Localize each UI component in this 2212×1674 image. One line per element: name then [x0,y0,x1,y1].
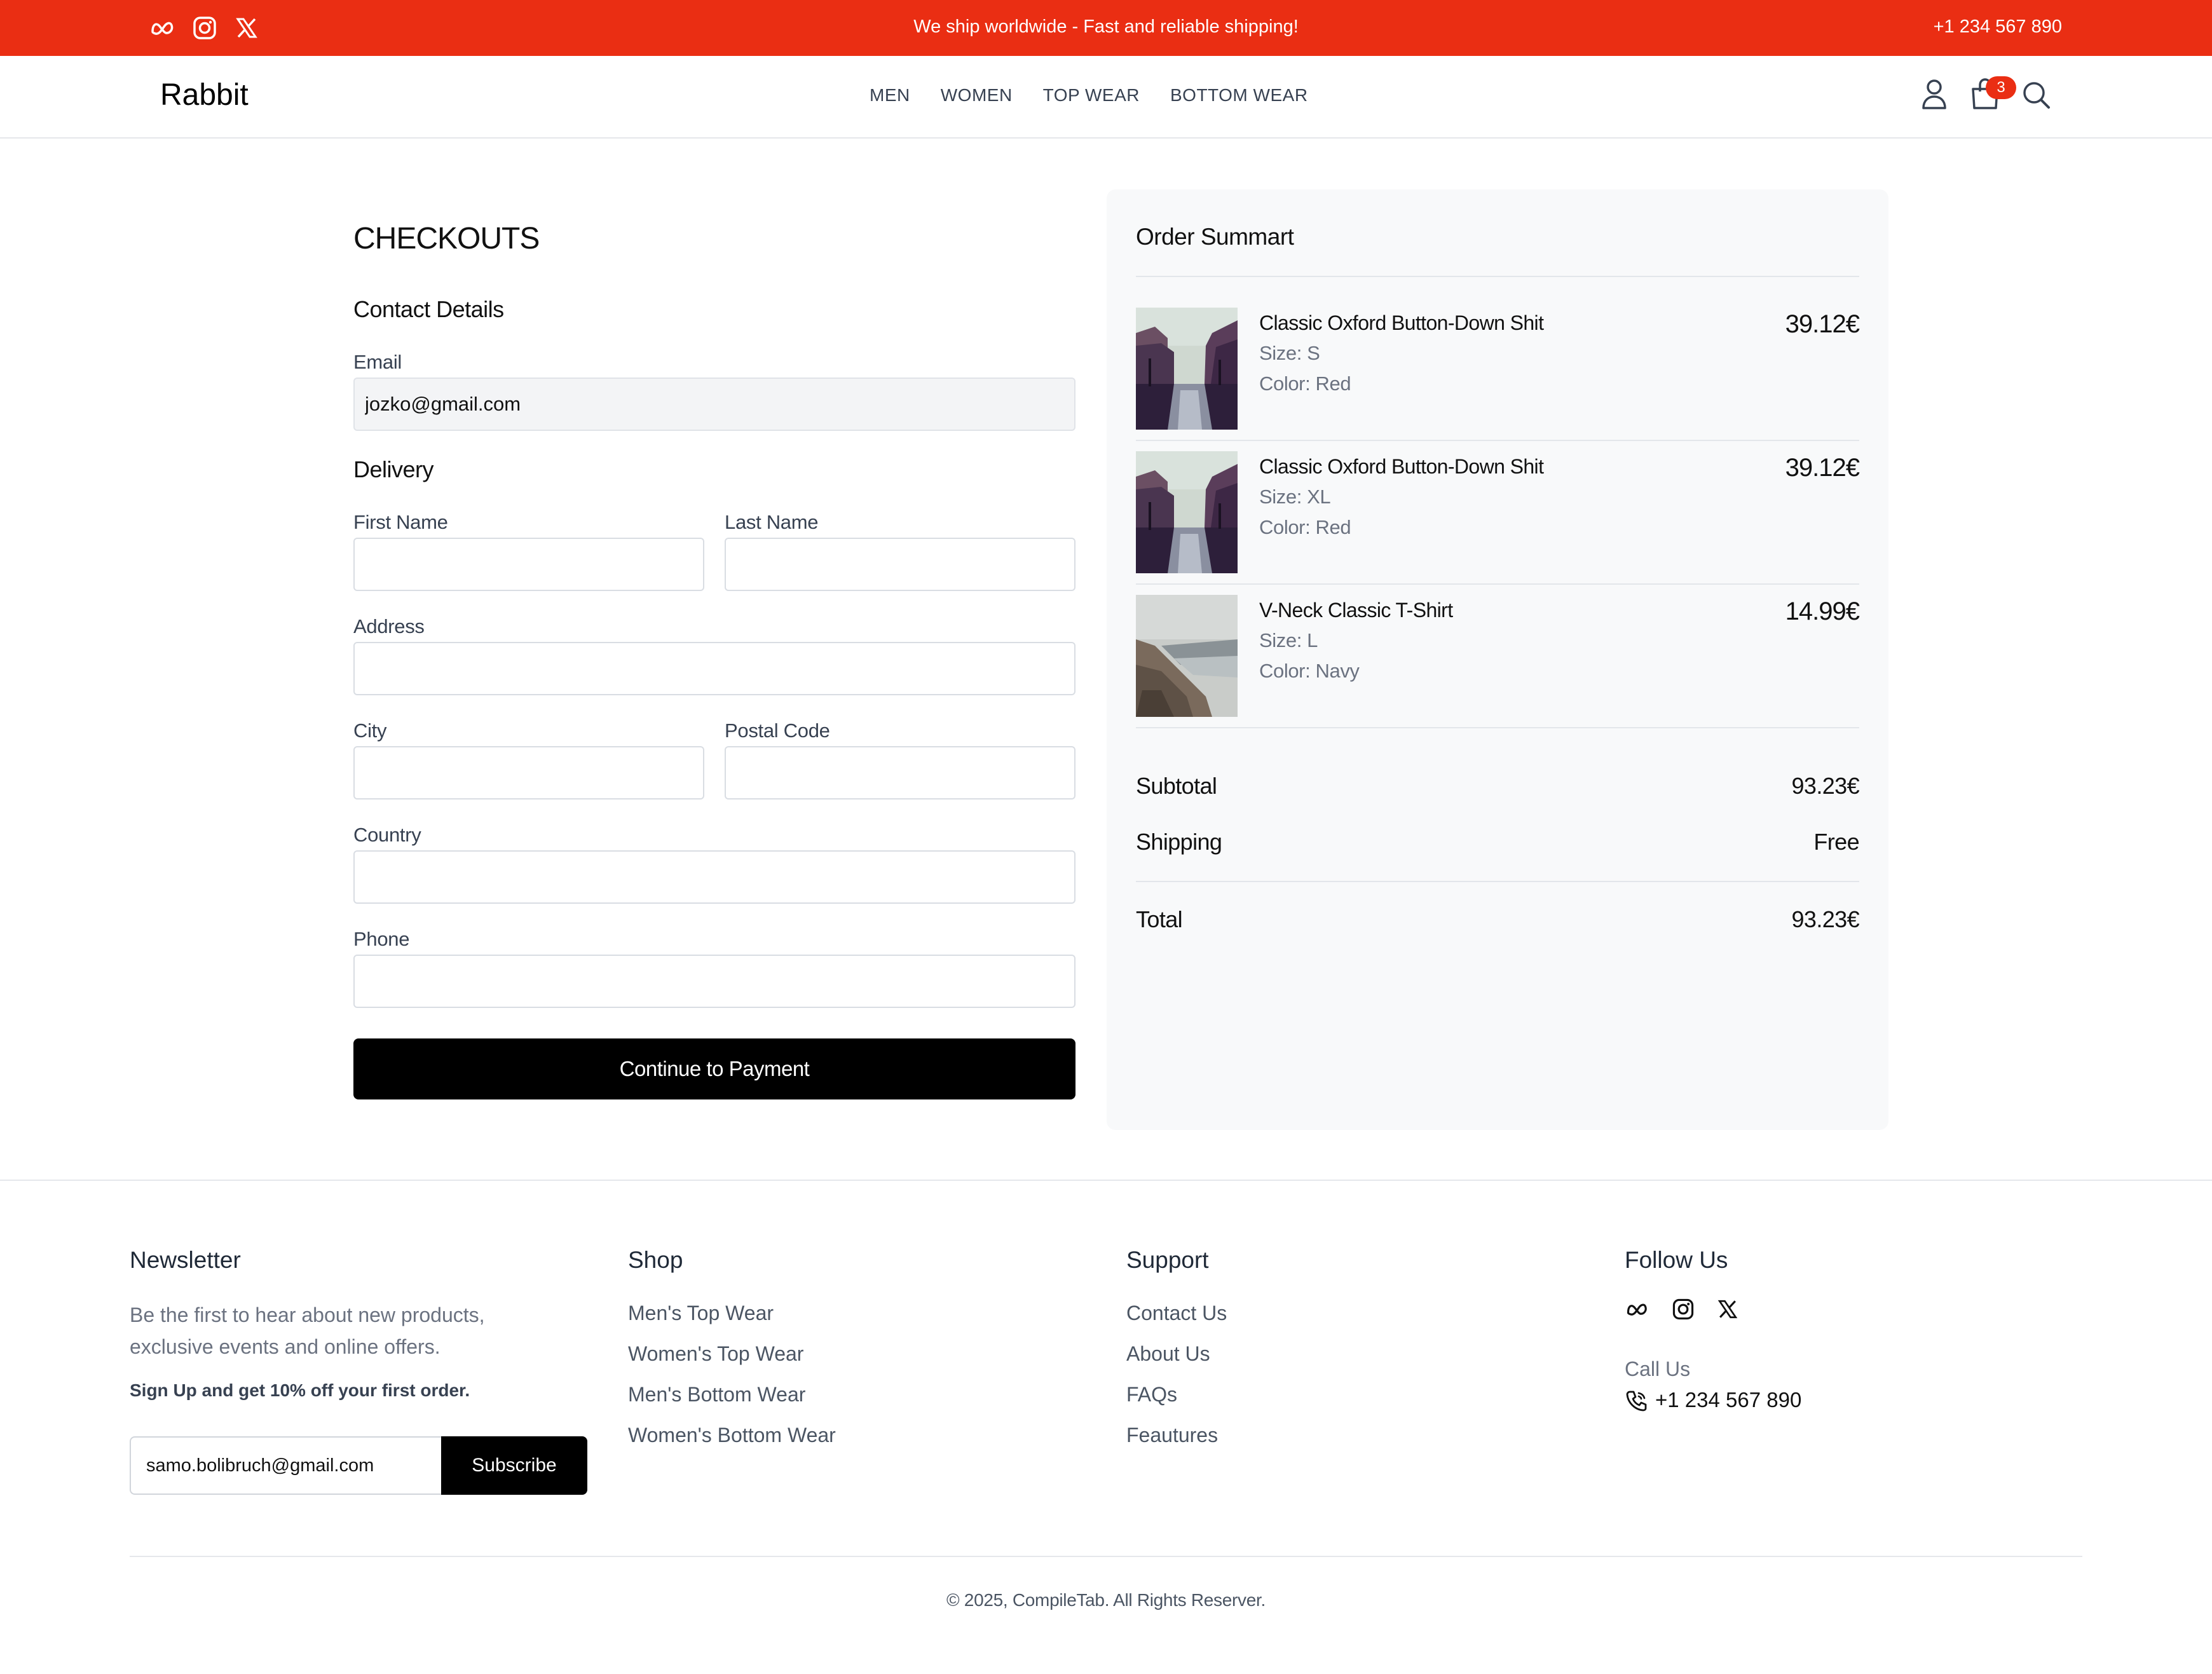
item-price: 39.12€ [1785,310,1860,338]
subscribe-button[interactable]: Subscribe [441,1436,587,1495]
total-value: 93.23€ [1791,906,1859,932]
user-icon[interactable] [1917,76,1951,113]
product-image-canal[interactable] [1136,451,1238,573]
follow-us-heading: Follow Us [1625,1247,1728,1273]
total-label: Total [1136,906,1183,932]
item-name: Classic Oxford Button-Down Shit [1259,455,1544,478]
footer-divider [0,1180,2212,1181]
call-us-label: Call Us [1625,1358,1691,1380]
divider [1136,727,1859,728]
item-color: Color: Red [1259,516,1351,538]
item-price: 14.99€ [1785,597,1860,625]
x-icon[interactable] [1715,1296,1740,1322]
item-name: V-Neck Classic T-Shirt [1259,599,1453,622]
divider [1136,440,1859,441]
nav-links: MEN WOMEN TOP WEAR BOTTOM WEAR [870,85,1308,105]
footer-link-mens-bottom-wear[interactable]: Men's Bottom Wear [628,1383,805,1406]
announcement-bar: We ship worldwide - Fast and reliable sh… [0,0,2212,56]
delivery-heading: Delivery [353,456,434,482]
copyright-text: © 2025, CompileTab. All Rights Reserver. [946,1590,1266,1610]
support-heading: Support [1126,1247,1209,1273]
logo[interactable]: Rabbit [160,78,249,112]
footer-link-womens-top-wear[interactable]: Women's Top Wear [628,1342,803,1366]
page-title: CHECKOUTS [353,222,540,255]
subtotal-label: Subtotal [1136,773,1217,799]
product-image-canal[interactable] [1136,308,1238,430]
shipping-label: Shipping [1136,829,1222,855]
item-price: 39.12€ [1785,454,1860,482]
item-size: Size: L [1259,629,1318,651]
shipping-value: Free [1813,829,1859,855]
nav-link-bottom-wear[interactable]: BOTTOM WEAR [1170,85,1308,105]
subtotal-value: 93.23€ [1791,773,1859,799]
order-summary-panel: Order Summart Classic Oxford Button-Down… [1107,189,1888,1130]
shipping-message: We ship worldwide - Fast and reliable sh… [913,17,1299,37]
item-size: Size: S [1259,342,1320,364]
last-name-label: Last Name [725,511,819,533]
shop-heading: Shop [628,1247,683,1273]
footer-link-features[interactable]: Feautures [1126,1424,1218,1447]
instagram-icon[interactable] [1670,1296,1696,1322]
divider [1136,881,1859,882]
footer-link-womens-bottom-wear[interactable]: Women's Bottom Wear [628,1424,836,1447]
postal-code-label: Postal Code [725,719,830,742]
topbar-phone[interactable]: +1 234 567 890 [1934,17,2062,37]
email-label: Email [353,351,402,373]
last-name-field[interactable] [725,538,1075,591]
postal-code-field[interactable] [725,746,1075,800]
search-icon[interactable] [2019,76,2053,113]
first-name-label: First Name [353,511,448,533]
footer-link-contact-us[interactable]: Contact Us [1126,1302,1227,1325]
footer-link-faqs[interactable]: FAQs [1126,1383,1177,1406]
address-label: Address [353,615,425,637]
footer-phone[interactable]: +1 234 567 890 [1655,1388,1801,1412]
cart-count-badge: 3 [1986,76,2016,99]
continue-to-payment-button[interactable]: Continue to Payment [353,1038,1075,1099]
contact-details-heading: Contact Details [353,296,504,322]
address-field[interactable] [353,642,1075,695]
nav-link-men[interactable]: MEN [870,85,910,105]
footer-link-about-us[interactable]: About Us [1126,1342,1210,1366]
newsletter-email-field[interactable] [130,1436,442,1495]
city-field[interactable] [353,746,704,800]
divider [1136,276,1859,277]
meta-icon[interactable] [1625,1296,1650,1322]
country-field[interactable] [353,850,1075,904]
phone-field[interactable] [353,955,1075,1008]
main-navbar: Rabbit MEN WOMEN TOP WEAR BOTTOM WEAR [0,56,2212,139]
divider [1136,583,1859,585]
item-size: Size: XL [1259,486,1331,508]
product-image-coast[interactable] [1136,595,1238,717]
phone-icon [1625,1389,1648,1412]
email-field[interactable] [353,378,1075,431]
city-label: City [353,719,387,742]
first-name-field[interactable] [353,538,704,591]
nav-link-women[interactable]: WOMEN [941,85,1013,105]
newsletter-offer: Sign Up and get 10% off your first order… [130,1380,470,1400]
newsletter-heading: Newsletter [130,1247,241,1273]
footer-link-mens-top-wear[interactable]: Men's Top Wear [628,1302,774,1325]
nav-link-top-wear[interactable]: TOP WEAR [1043,85,1140,105]
newsletter-text: Be the first to hear about new products,… [130,1303,485,1358]
country-label: Country [353,824,421,846]
item-color: Color: Red [1259,372,1351,395]
item-color: Color: Navy [1259,660,1360,682]
copyright-divider [130,1556,2082,1557]
order-summary-title: Order Summart [1136,224,1294,250]
item-name: Classic Oxford Button-Down Shit [1259,311,1544,334]
phone-label: Phone [353,928,410,950]
